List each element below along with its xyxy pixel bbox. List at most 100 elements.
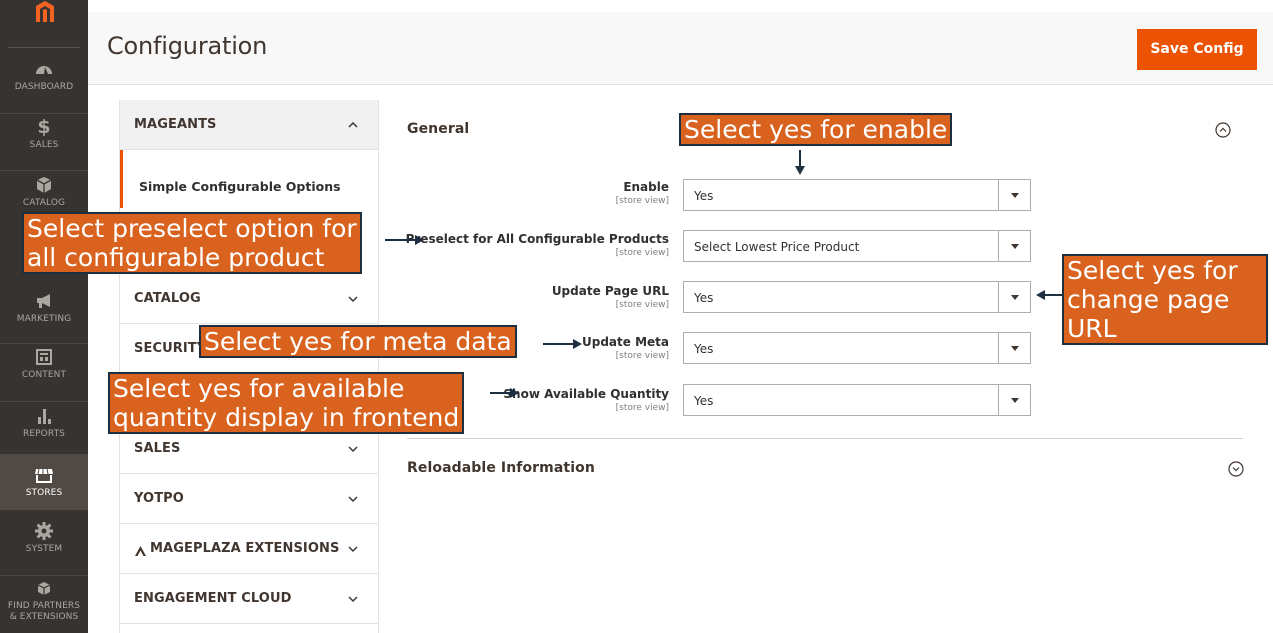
nav-item-find-partners[interactable]: FIND PARTNERS & EXTENSIONS [0,578,88,633]
nav-item-stores[interactable]: STORES [0,454,88,510]
dropdown-arrow-icon [998,180,1030,210]
field-scope: [store view] [615,351,669,361]
callout-text: URL [1067,314,1117,343]
tab-label: CATALOG [134,291,201,306]
callout-text: Select preselect option for [27,214,357,243]
tab-label: SALES [134,441,181,456]
tab-catalog[interactable]: CATALOG [120,274,378,324]
callout-text: Select yes for available [113,374,405,403]
storefront-icon [33,464,55,486]
field-scope: [store view] [615,196,669,206]
callout-text: quantity display in frontend [113,403,460,432]
section-title-reloadable-information[interactable]: Reloadable Information [407,460,595,476]
callout-enable: Select yes for enable [679,113,953,146]
nav-label: CATALOG [22,198,66,208]
content-layout-icon [33,346,55,368]
select-value: Yes [694,189,714,203]
tab-mageplaza-extensions[interactable]: MAGEPLAZA EXTENSIONS [120,524,378,574]
arrow-right-icon [490,388,519,398]
megaphone-icon [33,290,55,312]
nav-label: & EXTENSIONS [9,612,79,622]
callout-quantity: Select yes for available quantity displa… [108,372,465,434]
tab-label: ENGAGEMENT CLOUD [134,591,292,606]
collapse-up-icon[interactable] [1215,122,1231,138]
section-title-general[interactable]: General [407,121,469,137]
dollar-icon: $ [37,116,51,138]
nav-item-system[interactable]: SYSTEM [0,520,88,576]
partners-box-icon [33,578,55,600]
dropdown-arrow-icon [998,282,1030,312]
callout-text: Select yes for meta data [204,327,512,356]
field-scope: [store view] [615,248,669,258]
nav-separator [0,113,88,114]
nav-label: DASHBOARD [14,82,74,92]
tab-label: YOTPO [134,491,184,506]
nav-item-reports[interactable]: REPORTS [0,405,88,461]
show-available-quantity-select[interactable]: Yes [683,384,1031,416]
nav-separator [0,401,88,402]
admin-sidebar: DASHBOARD $ SALES CATALOG MARKETING CONT… [0,0,88,633]
nav-separator [0,575,88,576]
nav-divider [8,47,80,48]
callout-text: all configurable product [27,243,325,272]
tab-mageants[interactable]: MAGEANTS [120,100,378,150]
callout-text: Select yes for enable [684,115,948,144]
enable-select[interactable]: Yes [683,179,1031,211]
nav-label: MARKETING [16,314,72,324]
tab-item-simple-configurable-options[interactable]: Simple Configurable Options [120,150,378,208]
preselect-select[interactable]: Select Lowest Price Product [683,230,1031,262]
update-meta-select[interactable]: Yes [683,332,1031,364]
tab-engagement-cloud[interactable]: ENGAGEMENT CLOUD [120,574,378,624]
dropdown-arrow-icon [998,333,1030,363]
config-tabs: MAGEANTS Simple Configurable Options CAT… [119,100,379,633]
callout-update-url: Select yes for change page URL [1062,254,1268,345]
tab-item-label: Simple Configurable Options [139,179,341,194]
field-label-enable: Enable [623,180,669,194]
nav-item-dashboard[interactable]: DASHBOARD [0,58,88,114]
field-label-update-page-url: Update Page URL [551,284,669,298]
nav-item-marketing[interactable]: MARKETING [0,290,88,346]
select-value: Select Lowest Price Product [694,240,860,254]
tab-label: MAGEANTS [134,117,217,132]
select-value: Yes [694,342,714,356]
chevron-down-icon [346,541,360,555]
nav-label: STORES [25,488,63,498]
nav-item-sales[interactable]: $ SALES [0,116,88,172]
tab-label: SECURITY [134,341,207,356]
field-label-update-meta: Update Meta [582,335,669,349]
nav-label: REPORTS [23,429,65,439]
save-config-button[interactable]: Save Config [1137,29,1257,70]
expand-down-icon[interactable] [1228,461,1244,477]
chevron-down-icon [346,291,360,305]
dashboard-icon [33,58,55,80]
tab-label: MAGEPLAZA EXTENSIONS [150,541,340,556]
nav-label: CONTENT [21,370,67,380]
select-value: Yes [694,394,714,408]
nav-label: SYSTEM [25,544,63,554]
arrow-left-icon [1036,290,1063,300]
field-scope: [store view] [615,403,669,413]
tab-yotpo[interactable]: YOTPO [120,474,378,524]
callout-text: Select yes for [1067,256,1238,285]
nav-label: SALES [29,140,59,150]
chevron-down-icon [346,491,360,505]
dropdown-arrow-icon [998,385,1030,415]
field-label-show-available-quantity: Show Available Quantity [503,387,669,401]
select-value: Yes [694,291,714,305]
catalog-box-icon [33,174,55,196]
arrow-down-icon [795,150,805,175]
callout-preselect: Select preselect option for all configur… [22,212,362,274]
field-label-preselect: Preselect for All Configurable Products [405,232,669,246]
bar-chart-icon [33,405,55,427]
callout-meta: Select yes for meta data [199,325,517,358]
update-page-url-select[interactable]: Yes [683,281,1031,313]
arrow-right-icon [385,235,424,245]
nav-item-content[interactable]: CONTENT [0,346,88,402]
arrow-right-icon [543,339,582,349]
chevron-up-icon [346,117,360,131]
magento-logo-icon[interactable] [34,0,56,22]
mageplaza-logo-icon [134,542,147,556]
section-divider [407,438,1243,439]
chevron-down-icon [346,591,360,605]
dropdown-arrow-icon [998,231,1030,261]
